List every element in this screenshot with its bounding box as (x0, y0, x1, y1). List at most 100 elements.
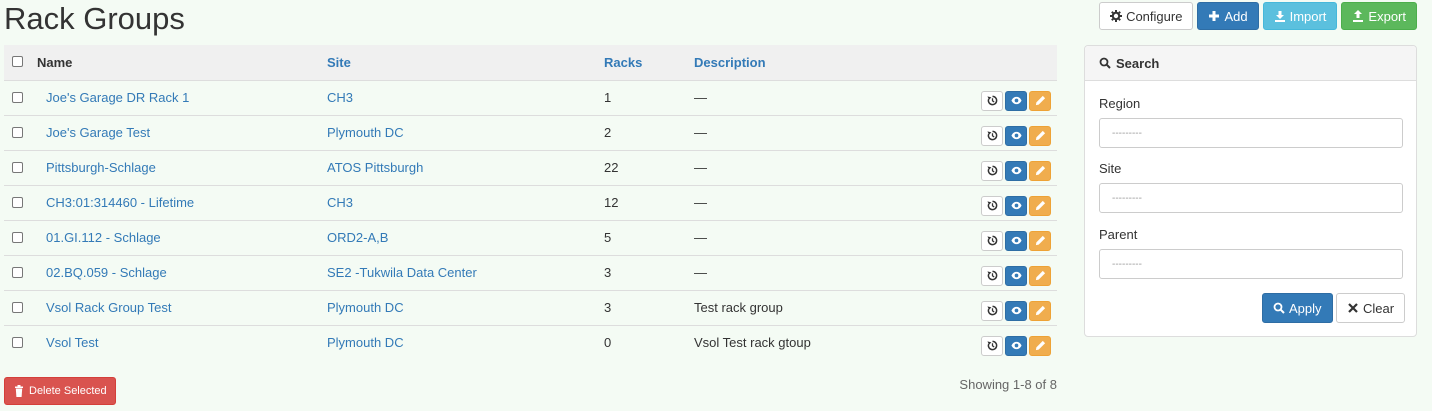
edit-button[interactable] (1029, 335, 1051, 356)
table-row: 01.GI.112 - Schlage ORD2-A,B 5 — (4, 220, 1057, 255)
changelog-button[interactable] (981, 300, 1003, 321)
changelog-button[interactable] (981, 335, 1003, 356)
edit-button[interactable] (1029, 90, 1051, 111)
changelog-button[interactable] (981, 265, 1003, 286)
view-button[interactable] (1005, 90, 1027, 111)
page-title: Rack Groups (4, 1, 185, 36)
description-cell: — (694, 265, 707, 280)
racks-count: 3 (604, 300, 612, 315)
header-site[interactable]: Site (327, 45, 604, 80)
add-button[interactable]: Add (1197, 2, 1259, 30)
edit-button[interactable] (1029, 230, 1051, 251)
view-button[interactable] (1005, 300, 1027, 321)
site-link[interactable]: Plymouth DC (327, 300, 404, 315)
view-button[interactable] (1005, 160, 1027, 181)
changelog-button[interactable] (981, 160, 1003, 181)
eye-icon (1010, 271, 1022, 280)
row-checkbox[interactable] (12, 126, 23, 138)
export-icon (1353, 10, 1364, 22)
header-description[interactable]: Description (694, 45, 974, 80)
table-row: Joe's Garage Test Plymouth DC 2 — (4, 115, 1057, 150)
description-cell: — (694, 160, 707, 175)
header-racks[interactable]: Racks (604, 45, 694, 80)
pencil-icon (1035, 341, 1045, 351)
clear-button[interactable]: Clear (1336, 293, 1406, 323)
row-checkbox[interactable] (12, 301, 23, 313)
rack-groups-table: Name Site Racks Description Joe's Garage… (4, 45, 1057, 360)
edit-button[interactable] (1029, 195, 1051, 216)
import-icon (1274, 11, 1285, 22)
add-label: Add (1224, 8, 1248, 24)
changelog-button[interactable] (981, 125, 1003, 146)
search-panel-title: Search (1116, 55, 1160, 71)
delete-selected-button[interactable]: Delete Selected (4, 377, 116, 405)
eye-icon (1010, 131, 1022, 140)
apply-button[interactable]: Apply (1262, 293, 1333, 323)
rack-group-name-link[interactable]: 01.GI.112 - Schlage (46, 230, 161, 245)
select-all-checkbox[interactable] (12, 56, 23, 68)
rack-group-name-link[interactable]: Vsol Rack Group Test (46, 300, 171, 315)
header-name[interactable]: Name (37, 45, 327, 80)
region-select[interactable]: --------- (1099, 118, 1403, 148)
history-icon (986, 235, 997, 246)
changelog-button[interactable] (981, 195, 1003, 216)
site-select[interactable]: --------- (1099, 183, 1403, 213)
rack-group-name-link[interactable]: Vsol Test (46, 335, 99, 350)
pencil-icon (1035, 200, 1045, 211)
export-button[interactable]: Export (1341, 2, 1417, 30)
history-icon (986, 95, 997, 106)
import-label: Import (1289, 8, 1327, 24)
racks-count: 0 (604, 335, 612, 351)
table-header-row: Name Site Racks Description (4, 45, 1057, 80)
table-row: Vsol Rack Group Test Plymouth DC 3 Test rac… (4, 290, 1057, 325)
eye-icon (1010, 306, 1022, 315)
view-button[interactable] (1005, 125, 1027, 146)
view-button[interactable] (1005, 265, 1027, 286)
site-link[interactable]: Plymouth DC (327, 125, 404, 140)
row-checkbox[interactable] (12, 266, 23, 278)
edit-button[interactable] (1029, 300, 1051, 321)
racks-count: 5 (604, 230, 612, 245)
configure-button[interactable]: Configure (1099, 2, 1194, 30)
import-button[interactable]: Import (1262, 2, 1338, 30)
site-label: Site (1099, 161, 1122, 176)
racks-count: 12 (604, 195, 619, 210)
view-button[interactable] (1005, 230, 1027, 251)
rack-group-name-link[interactable]: Joe's Garage DR Rack 1 (46, 90, 189, 105)
row-checkbox[interactable] (12, 336, 23, 348)
edit-button[interactable] (1029, 265, 1051, 286)
view-button[interactable] (1005, 335, 1027, 356)
edit-button[interactable] (1029, 160, 1051, 181)
rack-group-name-link[interactable]: CH3:01:314460 - Lifetime (46, 195, 194, 210)
history-icon (986, 165, 997, 176)
row-checkbox[interactable] (12, 231, 23, 243)
row-checkbox[interactable] (12, 196, 23, 208)
search-icon (1099, 57, 1111, 69)
eye-icon (1010, 342, 1022, 350)
site-link[interactable]: CH3 (327, 90, 353, 105)
rack-group-name-link[interactable]: 02.BQ.059 - Schlage (46, 265, 167, 280)
changelog-button[interactable] (981, 90, 1003, 111)
rack-group-name-link[interactable]: Pittsburgh-Schlage (46, 160, 156, 175)
site-link[interactable]: ORD2-A,B (327, 230, 388, 245)
rack-group-name-link[interactable]: Joe's Garage Test (46, 125, 150, 140)
site-link[interactable]: CH3 (327, 195, 353, 210)
view-button[interactable] (1005, 195, 1027, 216)
eye-icon (1010, 96, 1022, 105)
changelog-button[interactable] (981, 230, 1003, 251)
site-link[interactable]: SE2 -Tukwila Data Center (327, 265, 477, 280)
clear-label: Clear (1363, 300, 1395, 316)
site-link[interactable]: ATOS Pittsburgh (327, 160, 423, 175)
parent-select[interactable]: --------- (1099, 249, 1403, 279)
parent-placeholder: --------- (1112, 258, 1142, 270)
pencil-icon (1035, 235, 1045, 246)
row-checkbox[interactable] (12, 91, 23, 103)
row-checkbox[interactable] (12, 161, 23, 173)
racks-count: 3 (604, 265, 612, 280)
search-panel: Search Region --------- Site --------- P… (1084, 45, 1417, 337)
history-icon (986, 130, 997, 141)
export-label: Export (1368, 8, 1406, 24)
table-row: Vsol Test Plymouth DC 0 Vsol Test rack gtou… (4, 325, 1057, 360)
edit-button[interactable] (1029, 125, 1051, 146)
site-link[interactable]: Plymouth DC (327, 335, 404, 350)
